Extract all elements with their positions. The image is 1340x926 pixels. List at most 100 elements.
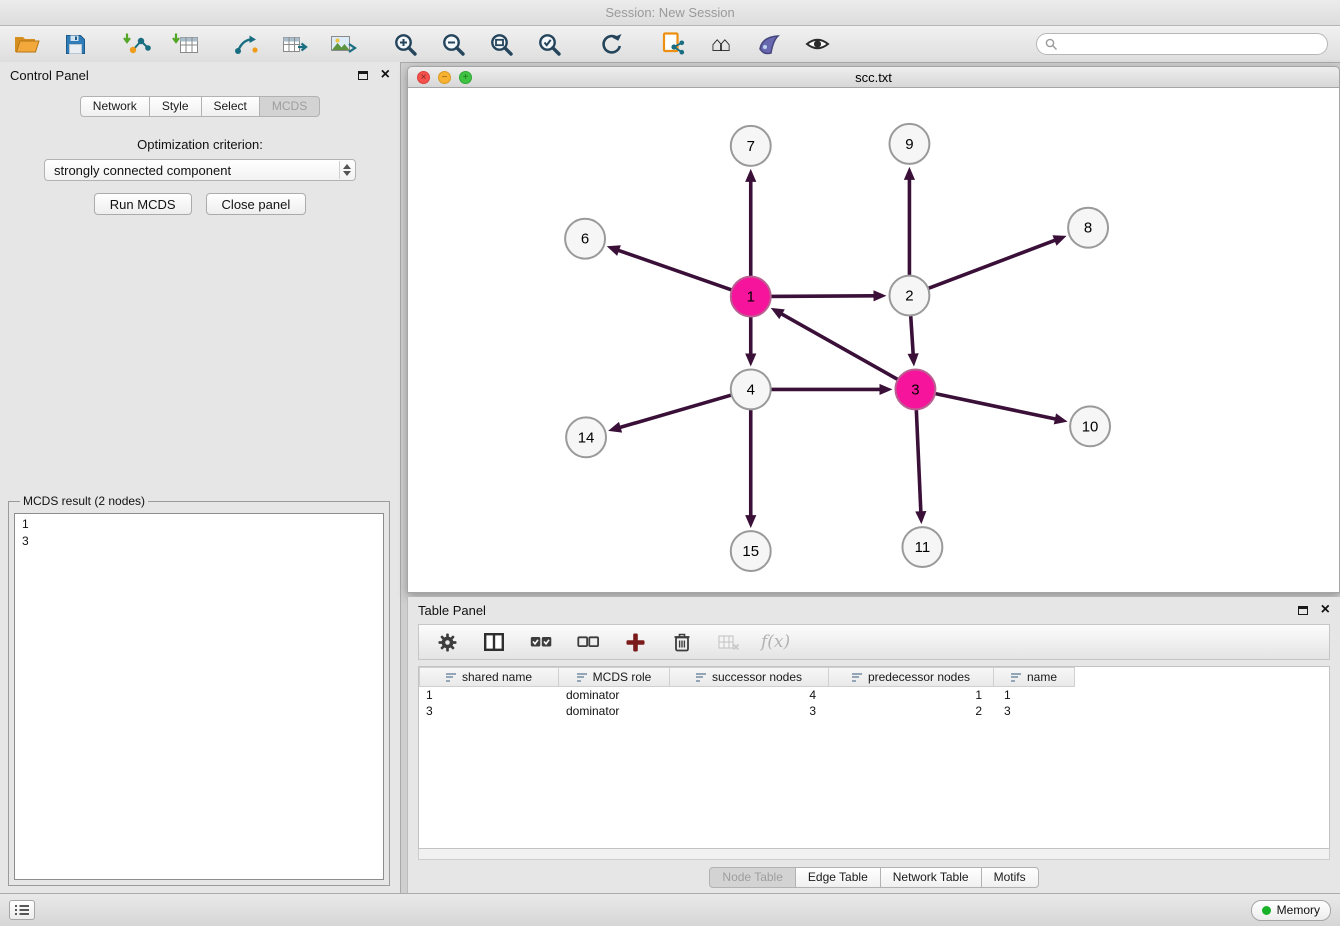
- table-cell[interactable]: 3: [671, 703, 831, 719]
- graph-edge-1-2[interactable]: [769, 296, 874, 297]
- select-all-columns-icon[interactable]: [526, 628, 556, 656]
- export-network-icon[interactable]: [232, 30, 262, 58]
- tab-network-table[interactable]: Network Table: [880, 867, 982, 888]
- deselect-all-columns-icon[interactable]: [573, 628, 603, 656]
- column-label: successor nodes: [712, 670, 802, 684]
- network-canvas[interactable]: 7968124314101511: [407, 88, 1340, 593]
- node-table: shared name MCDS role successor nodes prede…: [418, 666, 1330, 849]
- function-builder-icon: f(x): [761, 632, 790, 652]
- delete-table-icon: [714, 628, 744, 656]
- memory-button[interactable]: Memory: [1251, 900, 1331, 921]
- tab-motifs[interactable]: Motifs: [981, 867, 1039, 888]
- tab-network[interactable]: Network: [80, 96, 150, 117]
- network-graph: 7968124314101511: [408, 88, 1339, 592]
- graph-edge-2-8[interactable]: [926, 240, 1054, 289]
- column-header-mcds-role[interactable]: MCDS role: [558, 667, 670, 687]
- export-table-icon[interactable]: [280, 30, 310, 58]
- node-label-14: 14: [578, 429, 595, 446]
- tab-style[interactable]: Style: [149, 96, 202, 117]
- close-window-icon[interactable]: ×: [417, 71, 430, 84]
- table-body: 1dominator4113dominator323: [419, 687, 1329, 719]
- table-cell[interactable]: 2: [831, 703, 997, 719]
- show-hide-eye-icon[interactable]: [802, 30, 832, 58]
- add-row-plus-icon[interactable]: [620, 628, 650, 656]
- zoom-fit-icon[interactable]: [486, 30, 516, 58]
- tab-node-table[interactable]: Node Table: [709, 867, 796, 888]
- edge-arrowhead-icon: [745, 515, 756, 528]
- table-cell[interactable]: 3: [419, 703, 559, 719]
- delete-row-trash-icon[interactable]: [667, 628, 697, 656]
- table-row[interactable]: 3dominator323: [419, 703, 1329, 719]
- column-label: name: [1027, 670, 1057, 684]
- edge-arrowhead-icon: [908, 353, 919, 366]
- show-columns-icon[interactable]: [479, 628, 509, 656]
- apply-style-icon[interactable]: [754, 30, 784, 58]
- table-cell[interactable]: dominator: [559, 703, 671, 719]
- table-cell[interactable]: 1: [831, 687, 997, 703]
- edge-arrowhead-icon: [1053, 235, 1067, 245]
- edge-arrowhead-icon: [1054, 413, 1068, 424]
- control-panel-title: Control Panel: [10, 68, 89, 83]
- column-hierarchy-icon: [852, 673, 862, 682]
- toolbar-group-view: ⌂⌂: [658, 30, 832, 58]
- table-cell[interactable]: 1: [419, 687, 559, 703]
- graph-edge-2-3[interactable]: [911, 314, 914, 354]
- criterion-dropdown[interactable]: strongly connected component: [44, 159, 356, 181]
- table-cell[interactable]: 4: [671, 687, 831, 703]
- open-session-icon[interactable]: [12, 30, 42, 58]
- refresh-icon[interactable]: [596, 30, 626, 58]
- graph-edge-3-10[interactable]: [933, 393, 1055, 419]
- control-panel-tabbar: NetworkStyleSelectMCDS: [0, 96, 400, 117]
- paste-style-icon[interactable]: [658, 30, 688, 58]
- float-panel-icon[interactable]: [358, 71, 368, 80]
- close-panel-button[interactable]: Close panel: [206, 193, 307, 215]
- minimize-window-icon[interactable]: −: [438, 71, 451, 84]
- mcds-result-list[interactable]: 13: [14, 513, 384, 880]
- zoom-out-icon[interactable]: [438, 30, 468, 58]
- graph-edge-4-14[interactable]: [621, 394, 734, 427]
- node-label-8: 8: [1084, 220, 1092, 237]
- graph-edge-1-6[interactable]: [619, 251, 734, 291]
- export-image-icon[interactable]: [328, 30, 358, 58]
- network-overview-icon[interactable]: ⌂⌂: [706, 30, 736, 58]
- close-table-panel-icon[interactable]: ×: [1321, 602, 1330, 618]
- search-input[interactable]: [1063, 37, 1319, 51]
- close-panel-icon[interactable]: ×: [381, 67, 390, 83]
- tab-select[interactable]: Select: [201, 96, 260, 117]
- node-label-6: 6: [581, 231, 589, 248]
- table-cell[interactable]: dominator: [559, 687, 671, 703]
- import-table-icon[interactable]: [170, 30, 200, 58]
- table-hscrollbar[interactable]: [418, 849, 1330, 860]
- search-box[interactable]: [1036, 33, 1328, 55]
- status-bar: Memory: [0, 893, 1340, 926]
- table-cell[interactable]: 1: [997, 687, 1079, 703]
- column-header-successor-nodes[interactable]: successor nodes: [669, 667, 829, 687]
- table-settings-gear-icon[interactable]: [432, 628, 462, 656]
- column-label: MCDS role: [593, 670, 652, 684]
- tab-edge-table[interactable]: Edge Table: [795, 867, 881, 888]
- save-session-icon[interactable]: [60, 30, 90, 58]
- table-panel-header: Table Panel ×: [408, 597, 1340, 623]
- run-mcds-button[interactable]: Run MCDS: [94, 193, 192, 215]
- column-header-name[interactable]: name: [993, 667, 1075, 687]
- zoom-in-icon[interactable]: [390, 30, 420, 58]
- zoom-selected-icon[interactable]: [534, 30, 564, 58]
- main-toolbar: ⌂⌂: [0, 26, 1340, 63]
- graph-edge-3-11[interactable]: [916, 407, 921, 511]
- tab-mcds[interactable]: MCDS: [259, 96, 320, 117]
- network-window: × − + scc.txt 7968124314101511: [407, 66, 1340, 593]
- edge-arrowhead-icon: [745, 353, 756, 366]
- column-header-shared-name[interactable]: shared name: [419, 667, 559, 687]
- node-label-3: 3: [911, 381, 919, 398]
- import-network-icon[interactable]: [122, 30, 152, 58]
- table-cell[interactable]: 3: [997, 703, 1079, 719]
- node-label-7: 7: [747, 138, 755, 155]
- graph-edge-3-1[interactable]: [782, 314, 900, 380]
- table-row[interactable]: 1dominator411: [419, 687, 1329, 703]
- column-header-predecessor-nodes[interactable]: predecessor nodes: [828, 667, 994, 687]
- network-window-titlebar[interactable]: × − + scc.txt: [407, 66, 1340, 88]
- float-table-panel-icon[interactable]: [1298, 606, 1308, 615]
- zoom-window-icon[interactable]: +: [459, 71, 472, 84]
- task-history-button[interactable]: [9, 900, 35, 920]
- optimization-criterion-label: Optimization criterion:: [0, 137, 400, 152]
